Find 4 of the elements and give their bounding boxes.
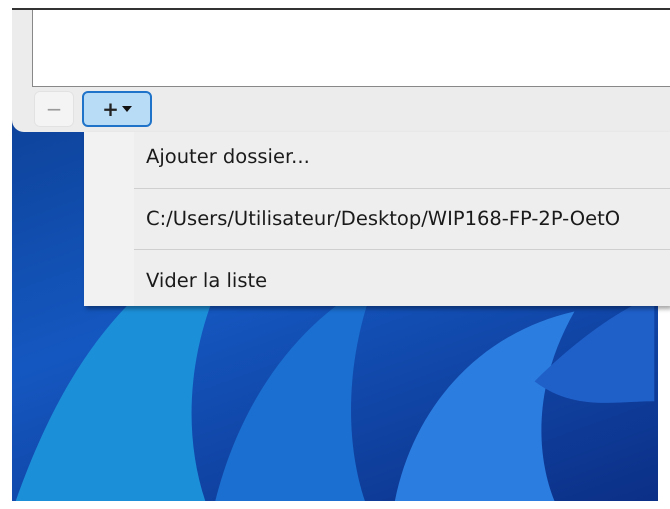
add-menu-button[interactable]: + bbox=[82, 91, 152, 127]
menu-item[interactable]: Ajouter dossier... bbox=[134, 145, 670, 169]
menu-item[interactable]: C:/Users/Utilisateur/Desktop/WIP168-FP-2P-OetO bbox=[134, 207, 670, 231]
menu-item[interactable]: Vider la liste bbox=[134, 269, 670, 293]
